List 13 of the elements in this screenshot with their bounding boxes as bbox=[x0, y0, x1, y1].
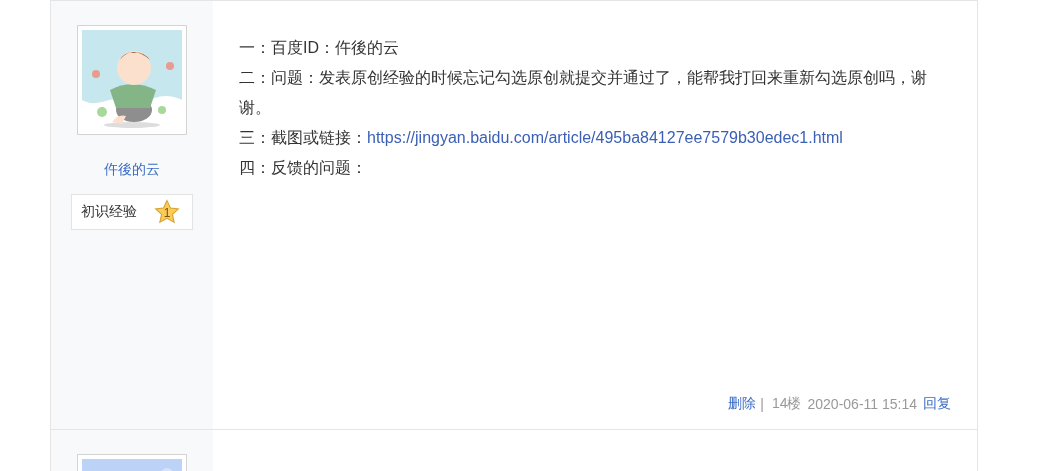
reply-link[interactable]: 回复 bbox=[923, 395, 951, 413]
post-text-line: 四：反馈的问题： bbox=[239, 158, 368, 178]
separator: | bbox=[760, 396, 764, 412]
delete-link[interactable]: 删除 bbox=[728, 395, 757, 413]
floor-number: 14楼 bbox=[771, 395, 802, 413]
article-link[interactable]: https://jingyan.baidu.com/article/495ba84127ee7579b30edec1.html bbox=[367, 129, 843, 146]
post-text-line: 一：百度ID：仵後的云 bbox=[239, 38, 400, 58]
username-link[interactable]: 仵後的云 bbox=[104, 159, 160, 179]
star-icon: 1 bbox=[154, 199, 180, 225]
post-time: 2020-06-11 15:14 bbox=[807, 396, 917, 412]
field-label: 三：截图或链接： bbox=[239, 129, 367, 146]
badge-label: 初识经验 bbox=[81, 203, 137, 221]
post-text-line: 二：问题：发表原创经验的时候忘记勾选原创就提交并通过了，能帮我打回来重新勾选原创吗，谢谢。 bbox=[239, 68, 928, 118]
